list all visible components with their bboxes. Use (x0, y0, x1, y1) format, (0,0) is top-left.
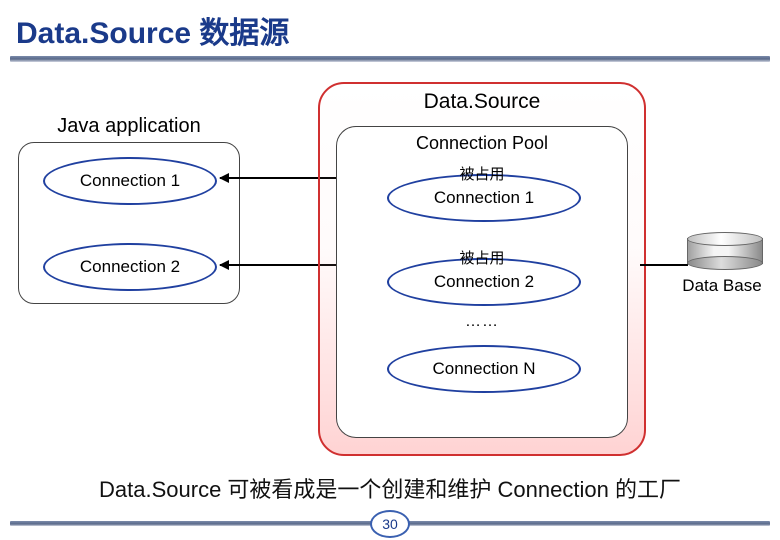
pool-conn-1-wrap: 被占用 Connection 1 (387, 163, 577, 222)
pool-conn-n-wrap: Connection N (387, 345, 581, 393)
db-connector-line (640, 264, 688, 266)
pool-conn-2-status: 被占用 (387, 247, 577, 268)
pool-conn-1-status: 被占用 (387, 163, 577, 184)
datasource-label: Data.Source (320, 90, 644, 114)
title-underline (10, 56, 770, 62)
java-connection-2: Connection 2 (43, 243, 217, 291)
java-connection-1: Connection 1 (43, 157, 217, 205)
page-number: 30 (370, 510, 410, 538)
pool-conn-2-wrap: 被占用 Connection 2 (387, 247, 577, 306)
java-application-box: Java application Connection 1 Connection… (18, 142, 240, 304)
pool-ellipsis: …… (337, 313, 627, 331)
database-icon (687, 232, 763, 270)
database: Data Base (684, 232, 766, 296)
pool-label: Connection Pool (337, 133, 627, 154)
datasource-box: Data.Source Connection Pool 被占用 Connecti… (318, 82, 646, 456)
database-label: Data Base (678, 276, 766, 296)
diagram-area: Java application Connection 1 Connection… (0, 72, 780, 472)
page-title: Data.Source 数据源 (0, 0, 780, 56)
java-app-label: Java application (19, 115, 239, 138)
caption-text: Data.Source 可被看成是一个创建和维护 Connection 的工厂 (0, 472, 780, 504)
pool-conn-n: Connection N (387, 345, 581, 393)
connection-pool-box: Connection Pool 被占用 Connection 1 被占用 Con… (336, 126, 628, 438)
